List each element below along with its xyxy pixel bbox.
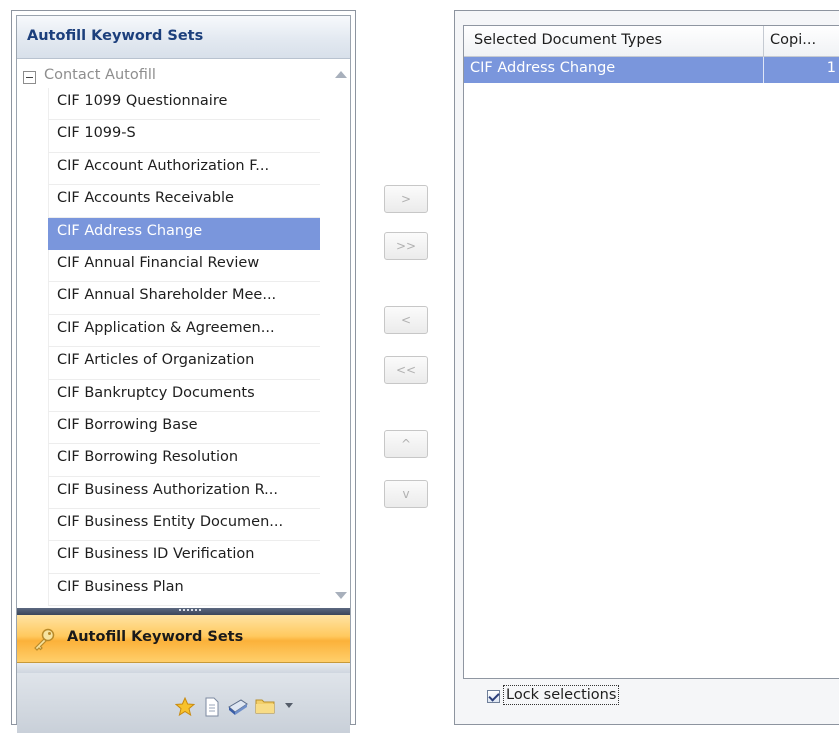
list-item[interactable]: CIF Bankruptcy Documents: [48, 379, 320, 412]
copies-cell[interactable]: 1: [764, 57, 839, 83]
folder-icon[interactable]: [255, 697, 275, 715]
key-icon: [34, 628, 55, 651]
star-icon[interactable]: [175, 697, 195, 717]
grid-header: Selected Document Types Copi...: [464, 26, 839, 57]
keyword-set-tree: Contact Autofill CIF 1099 Questionnaire …: [17, 60, 350, 608]
splitter-grip[interactable]: [179, 609, 201, 612]
scanner-icon[interactable]: [227, 697, 249, 717]
remove-all-button[interactable]: <<: [384, 356, 428, 384]
collapse-icon[interactable]: [23, 71, 36, 84]
vertical-scrollbar[interactable]: [330, 60, 350, 608]
column-header-document-types[interactable]: Selected Document Types: [464, 26, 764, 57]
list-item[interactable]: CIF Business Plan: [48, 573, 320, 607]
move-down-button[interactable]: v: [384, 480, 428, 508]
selected-document-types-grid: Selected Document Types Copi... CIF Addr…: [463, 25, 839, 679]
tree-group-contact-autofill[interactable]: Contact Autofill: [23, 66, 328, 88]
column-header-copies[interactable]: Copi...: [764, 26, 839, 57]
list-item[interactable]: CIF Articles of Organization: [48, 347, 320, 380]
list-item[interactable]: CIF Borrowing Resolution: [48, 444, 320, 477]
move-up-button[interactable]: ^: [384, 430, 428, 458]
list-item-selected[interactable]: CIF Address Change: [48, 217, 320, 250]
list-item[interactable]: CIF Annual Shareholder Mee...: [48, 282, 320, 315]
table-row[interactable]: CIF Address Change 1: [464, 57, 839, 83]
dropdown-arrow-icon[interactable]: [285, 703, 293, 709]
lock-selections-checkbox[interactable]: [487, 690, 500, 703]
keyword-set-list: CIF 1099 Questionnaire CIF 1099-S CIF Ac…: [48, 88, 320, 607]
list-item[interactable]: CIF Borrowing Base: [48, 411, 320, 445]
list-item[interactable]: CIF Business ID Verification: [48, 541, 320, 574]
list-item[interactable]: CIF Business Authorization R...: [48, 476, 320, 510]
nav-button-label: Autofill Keyword Sets: [67, 629, 244, 645]
list-item[interactable]: CIF Accounts Receivable: [48, 185, 320, 218]
selected-document-types-panel: Selected Document Types Copi... CIF Addr…: [454, 10, 839, 725]
panel-splitter[interactable]: [17, 608, 350, 615]
scroll-down-arrow-icon[interactable]: [335, 592, 347, 599]
autofill-keyword-sets-panel: Autofill Keyword Sets Contact Autofill C…: [11, 10, 356, 733]
add-button[interactable]: >: [384, 185, 428, 213]
panel-header: Autofill Keyword Sets: [17, 16, 350, 59]
list-item[interactable]: CIF 1099 Questionnaire: [48, 88, 320, 121]
autofill-keyword-sets-nav-button[interactable]: Autofill Keyword Sets: [17, 615, 350, 663]
tree-group-label: Contact Autofill: [44, 67, 156, 83]
document-icon[interactable]: [203, 697, 221, 717]
list-item[interactable]: CIF 1099-S: [48, 120, 320, 153]
list-item[interactable]: CIF Application & Agreemen...: [48, 314, 320, 348]
remove-button[interactable]: <: [384, 306, 428, 334]
list-item[interactable]: CIF Account Authorization F...: [48, 152, 320, 186]
bottom-toolbar: [17, 673, 350, 733]
list-item[interactable]: CIF Business Entity Documen...: [48, 509, 320, 542]
scroll-up-arrow-icon[interactable]: [335, 71, 347, 78]
toolbar-separator: [17, 663, 350, 673]
lock-selections-label[interactable]: Lock selections: [503, 685, 620, 705]
panel-inner: Autofill Keyword Sets Contact Autofill C…: [16, 15, 351, 733]
add-all-button[interactable]: >>: [384, 232, 428, 260]
list-item[interactable]: CIF Annual Financial Review: [48, 249, 320, 283]
document-type-cell[interactable]: CIF Address Change: [464, 57, 764, 83]
